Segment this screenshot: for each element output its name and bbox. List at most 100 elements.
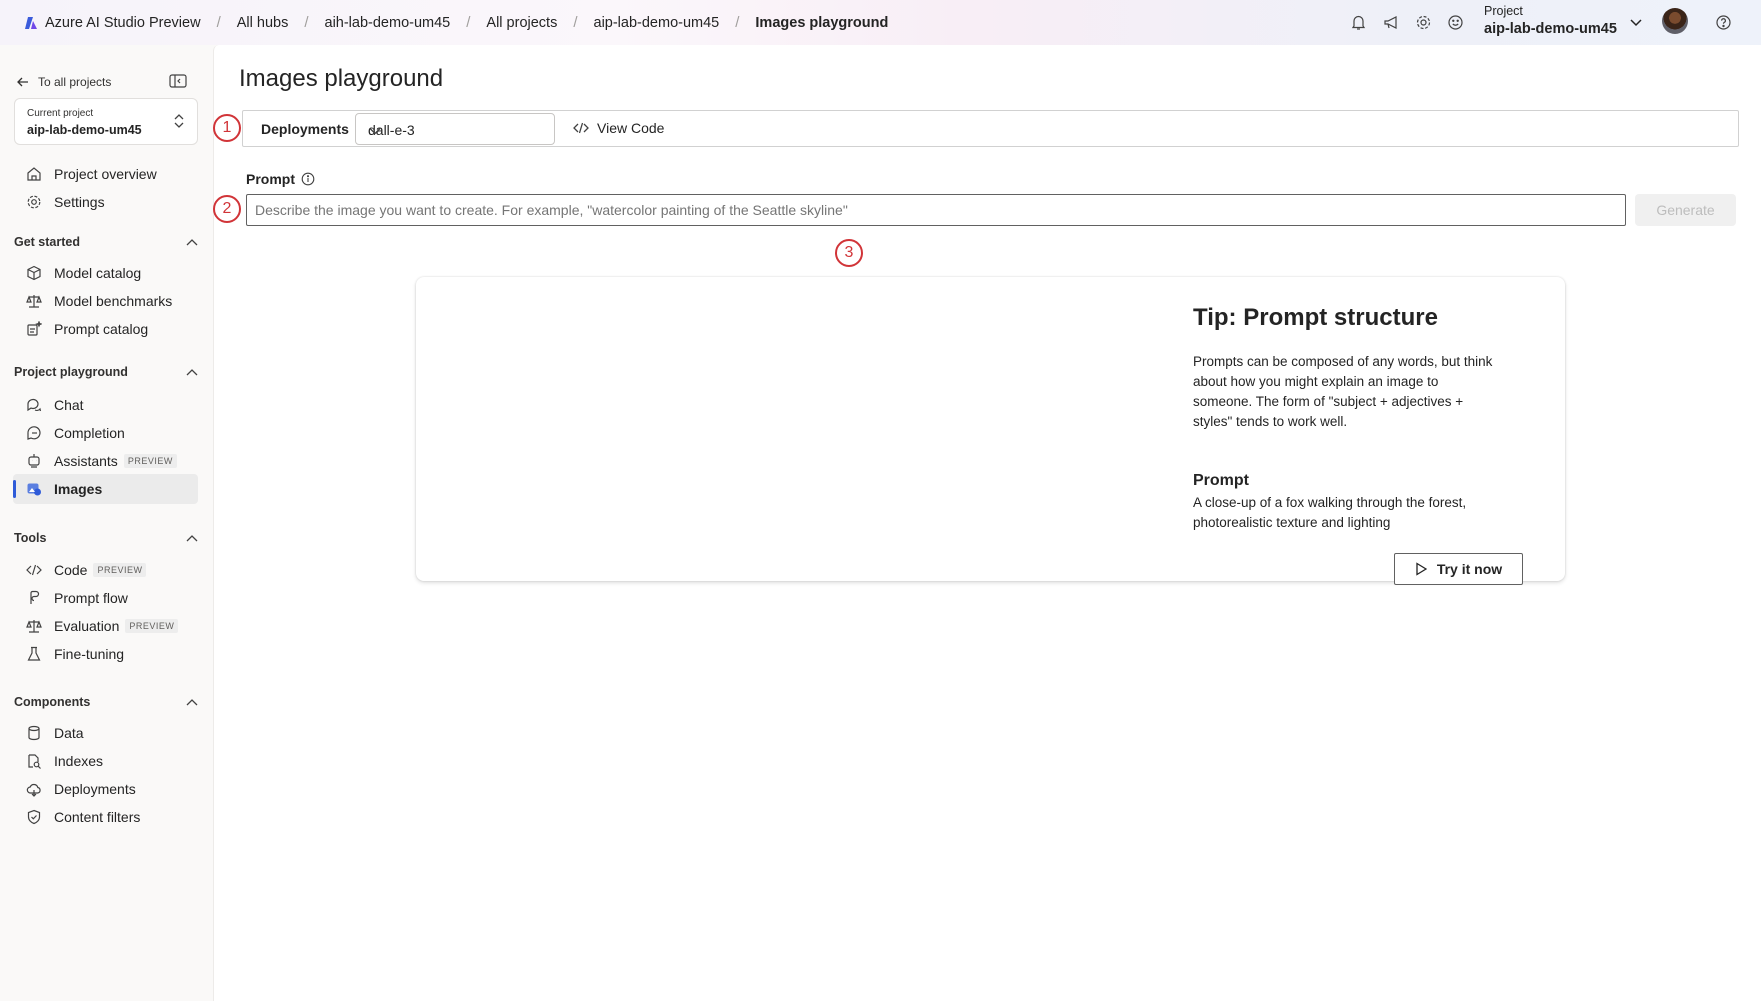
database-icon bbox=[24, 723, 44, 743]
chat-icon bbox=[24, 395, 44, 415]
sidebar-item-images[interactable]: Images bbox=[13, 474, 198, 504]
try-it-now-label: Try it now bbox=[1436, 561, 1503, 577]
preview-badge: PREVIEW bbox=[125, 619, 179, 633]
page-title: Images playground bbox=[239, 65, 444, 92]
breadcrumb-project[interactable]: aip-lab-demo-um45 bbox=[594, 15, 720, 31]
view-code-button[interactable]: View Code bbox=[573, 120, 664, 136]
sidebar-item-chat[interactable]: Chat bbox=[13, 390, 198, 420]
sidebar-item-label: Images bbox=[54, 481, 103, 497]
breadcrumb-hub[interactable]: aih-lab-demo-um45 bbox=[325, 15, 451, 31]
section-tools[interactable]: Tools bbox=[14, 531, 199, 545]
section-title: Get started bbox=[14, 235, 80, 249]
assistant-icon bbox=[24, 451, 44, 471]
tip-card: Tip: Prompt structure Prompts can be com… bbox=[416, 277, 1565, 585]
brand-name: Azure AI Studio bbox=[45, 14, 145, 31]
sidebar-item-content-filters[interactable]: Content filters bbox=[13, 802, 198, 832]
gear-icon[interactable] bbox=[1412, 11, 1434, 33]
section-title: Project playground bbox=[14, 365, 128, 379]
sidebar-item-code[interactable]: Code PREVIEW bbox=[13, 555, 198, 585]
arrow-left-icon bbox=[17, 77, 28, 87]
back-label: To all projects bbox=[38, 75, 112, 89]
back-to-projects-link[interactable]: To all projects bbox=[16, 75, 111, 89]
sidebar-item-model-benchmarks[interactable]: Model benchmarks bbox=[13, 286, 198, 316]
avatar[interactable] bbox=[1662, 8, 1688, 34]
breadcrumb: / All hubs / aih-lab-demo-um45 / All pro… bbox=[201, 14, 889, 31]
sidebar-item-prompt-flow[interactable]: Prompt flow bbox=[13, 583, 198, 613]
megaphone-icon[interactable] bbox=[1380, 11, 1402, 33]
sidebar-item-label: Fine-tuning bbox=[54, 646, 125, 662]
brand-suffix: Preview bbox=[144, 14, 201, 31]
breadcrumb-separator: / bbox=[466, 14, 471, 31]
sidebar-item-label: Prompt catalog bbox=[54, 321, 149, 337]
sidebar-item-label: Project overview bbox=[54, 166, 157, 182]
section-title: Components bbox=[14, 695, 91, 709]
sidebar-item-label: Settings bbox=[54, 194, 105, 210]
breadcrumb-all-hubs[interactable]: All hubs bbox=[237, 15, 289, 31]
sidebar-item-label: Chat bbox=[54, 397, 84, 413]
smiley-icon[interactable] bbox=[1444, 11, 1466, 33]
sidebar-item-data[interactable]: Data bbox=[13, 718, 198, 748]
sidebar-item-evaluation[interactable]: Evaluation PREVIEW bbox=[13, 611, 198, 641]
section-project-playground[interactable]: Project playground bbox=[14, 365, 199, 379]
view-code-label: View Code bbox=[597, 120, 665, 136]
sidebar-item-label: Content filters bbox=[54, 809, 141, 825]
deployments-label: Deployments bbox=[261, 121, 349, 137]
index-icon bbox=[24, 751, 44, 771]
prompt-input[interactable] bbox=[246, 194, 1626, 226]
sidebar-item-project-overview[interactable]: Project overview bbox=[13, 159, 198, 189]
sidebar-item-label: Model catalog bbox=[54, 265, 142, 281]
sidebar-item-prompt-catalog[interactable]: Prompt catalog bbox=[13, 314, 198, 344]
breadcrumb-separator: / bbox=[735, 14, 740, 31]
preview-badge: PREVIEW bbox=[93, 563, 147, 577]
home-icon bbox=[24, 164, 44, 184]
breadcrumb-separator: / bbox=[304, 14, 309, 31]
sidebar-item-label: Code bbox=[54, 562, 88, 578]
top-bar: Azure AI Studio Preview / All hubs / aih… bbox=[0, 0, 1761, 45]
tip-text: Prompts can be composed of any words, bu… bbox=[1193, 354, 1493, 429]
info-icon[interactable] bbox=[301, 172, 315, 186]
sidebar-item-label: Model benchmarks bbox=[54, 293, 173, 309]
panel-collapse-icon[interactable] bbox=[169, 74, 187, 93]
sidebar-item-label: Assistants bbox=[54, 453, 118, 469]
sidebar-item-settings[interactable]: Settings bbox=[13, 187, 198, 217]
image-icon bbox=[24, 479, 44, 499]
shield-icon bbox=[24, 807, 44, 827]
chevron-down-icon[interactable] bbox=[1625, 11, 1647, 33]
chevron-up-icon bbox=[186, 239, 198, 246]
cube-icon bbox=[24, 263, 44, 283]
help-icon[interactable] bbox=[1712, 11, 1734, 33]
sidebar-item-label: Completion bbox=[54, 425, 125, 441]
try-it-now-button[interactable]: Try it now bbox=[1394, 553, 1523, 585]
preview-badge: PREVIEW bbox=[123, 454, 177, 468]
sidebar-item-indexes[interactable]: Indexes bbox=[13, 746, 198, 776]
chevron-up-down-icon bbox=[173, 113, 185, 134]
sidebar-item-completion[interactable]: Completion bbox=[13, 418, 198, 448]
completion-icon bbox=[24, 423, 44, 443]
project-name[interactable]: aip-lab-demo-um45 bbox=[1484, 21, 1617, 37]
bell-icon[interactable] bbox=[1347, 11, 1369, 33]
brand[interactable]: Azure AI Studio Preview bbox=[24, 15, 201, 31]
chevron-up-icon bbox=[186, 535, 198, 542]
flow-icon bbox=[24, 588, 44, 608]
tip-prompt-example: A close-up of a fox walking through the … bbox=[1193, 495, 1467, 530]
tip-prompt-heading: Prompt bbox=[1193, 472, 1249, 489]
scale-icon bbox=[24, 616, 44, 636]
sidebar-item-model-catalog[interactable]: Model catalog bbox=[13, 258, 198, 288]
breadcrumb-separator: / bbox=[573, 14, 578, 31]
section-title: Tools bbox=[14, 531, 47, 545]
breadcrumb-all-projects[interactable]: All projects bbox=[486, 15, 557, 31]
sidebar-item-deployments[interactable]: Deployments bbox=[13, 774, 198, 804]
sidebar-item-fine-tuning[interactable]: Fine-tuning bbox=[13, 639, 198, 669]
beaker-icon bbox=[24, 644, 44, 664]
deployment-select[interactable]: dall-e-3 bbox=[355, 113, 555, 145]
breadcrumb-separator: / bbox=[216, 14, 221, 31]
generate-button[interactable]: Generate bbox=[1635, 194, 1736, 226]
scale-icon bbox=[24, 291, 44, 311]
section-components[interactable]: Components bbox=[14, 695, 199, 709]
sidebar-item-assistants[interactable]: Assistants PREVIEW bbox=[13, 446, 198, 476]
section-get-started[interactable]: Get started bbox=[14, 235, 199, 249]
prompt-label: Prompt bbox=[246, 171, 315, 187]
chevron-down-icon bbox=[368, 124, 542, 140]
sidebar: To all projects Current project aip-lab-… bbox=[0, 45, 213, 1001]
current-project-selector[interactable]: Current project aip-lab-demo-um45 bbox=[14, 98, 198, 145]
